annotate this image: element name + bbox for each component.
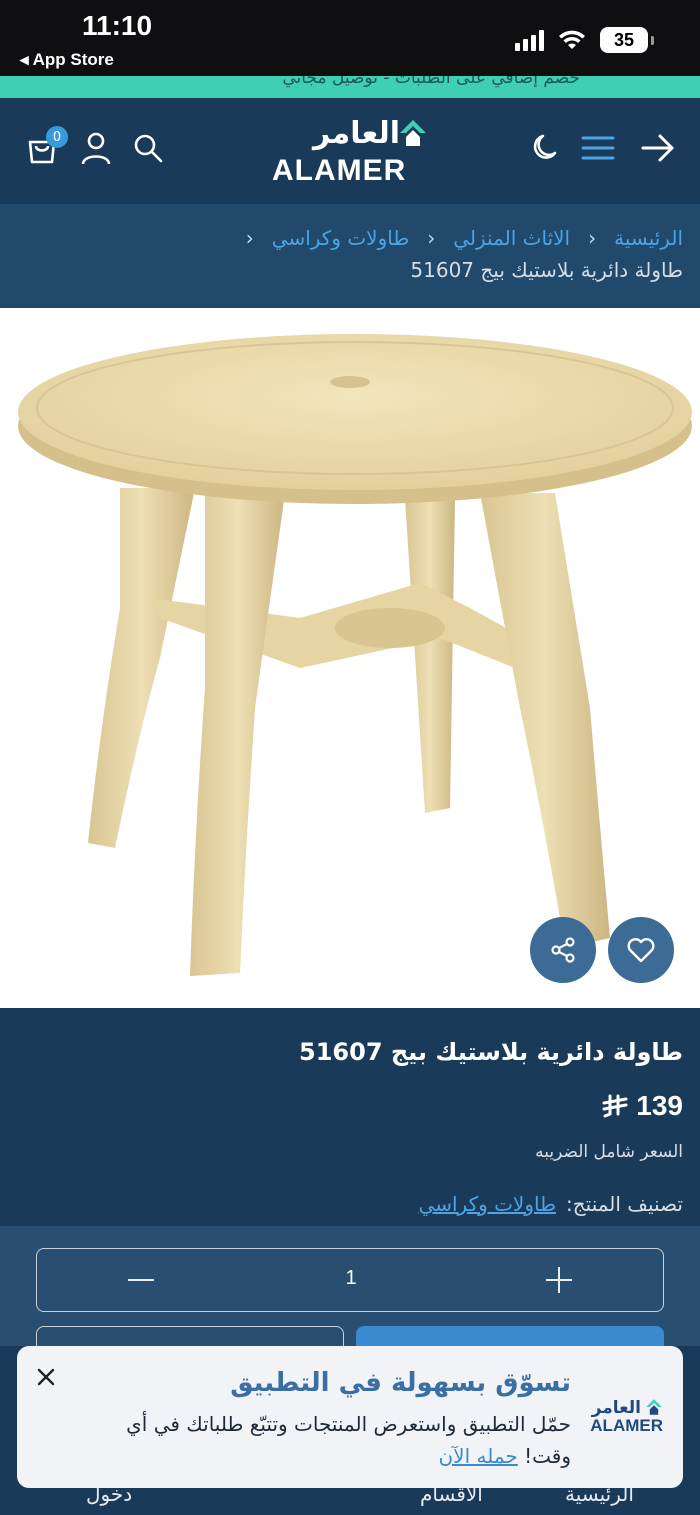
site-header: 0 العامر ALAMER xyxy=(0,98,700,204)
logo-english-text: ALAMER xyxy=(272,154,407,187)
category-link[interactable]: طاولات وكراسي xyxy=(419,1192,556,1216)
product-price: 139 xyxy=(602,1090,683,1122)
back-to-app-store[interactable]: ◂ App Store xyxy=(20,50,114,70)
user-icon xyxy=(81,132,111,165)
minus-icon xyxy=(128,1279,154,1281)
back-button[interactable] xyxy=(638,128,678,168)
menu-button[interactable] xyxy=(578,128,618,168)
breadcrumb-home[interactable]: الرئيسية xyxy=(614,226,683,250)
alamer-logo[interactable]: العامر ALAMER xyxy=(270,116,430,188)
breadcrumb-links: الرئيسية ‹ الاثاث المنزلي ‹ طاولات وكراس… xyxy=(246,226,683,250)
battery-indicator: 35 xyxy=(600,27,654,53)
dark-mode-toggle[interactable] xyxy=(526,128,566,168)
account-button[interactable] xyxy=(76,128,116,168)
heart-icon xyxy=(627,938,655,963)
logo-mark-icon xyxy=(646,1399,662,1415)
promo-strip[interactable]: خصم إضافي على الطلبات - توصيل مجاني xyxy=(0,76,700,98)
cart-count-badge: 0 xyxy=(46,126,68,148)
banner-logo: العامر ALAMER xyxy=(579,1398,665,1438)
decrease-quantity-button[interactable] xyxy=(109,1249,173,1311)
search-icon xyxy=(134,134,163,163)
wifi-icon xyxy=(559,30,585,49)
chevron-left-icon: ‹ xyxy=(588,226,597,250)
close-icon xyxy=(37,1368,55,1386)
search-button[interactable] xyxy=(128,128,168,168)
wishlist-button[interactable] xyxy=(608,917,674,983)
banner-title: تسوّق بسهولة في التطبيق xyxy=(230,1368,571,1398)
status-time: 11:10 xyxy=(82,10,153,41)
share-icon xyxy=(551,937,575,963)
product-title: طاولة دائرية بلاستيك بيج 51607 xyxy=(299,1038,683,1066)
category-label: تصنيف المنتج: xyxy=(566,1192,683,1216)
breadcrumb: الرئيسية ‹ الاثاث المنزلي ‹ طاولات وكراس… xyxy=(0,204,700,308)
app-download-banner: العامر ALAMER تسوّق بسهولة في التطبيق حم… xyxy=(17,1346,683,1488)
plus-icon xyxy=(546,1267,572,1293)
status-icons: 35 xyxy=(515,27,654,53)
increase-quantity-button[interactable] xyxy=(527,1249,591,1311)
logo-mark-icon xyxy=(400,120,426,146)
banner-description: حمّل التطبيق واستعرض المنتجات وتتبّع طلب… xyxy=(81,1408,571,1472)
chevron-left-icon: ‹ xyxy=(427,226,436,250)
tax-note: السعر شامل الضريبه xyxy=(535,1142,683,1162)
quantity-stepper: 1 xyxy=(36,1248,664,1312)
banner-description-text: حمّل التطبيق واستعرض المنتجات وتتبّع طلب… xyxy=(126,1412,571,1468)
price-value: 139 xyxy=(636,1090,683,1121)
chevron-left-icon: ‹ xyxy=(245,226,254,250)
moon-icon xyxy=(533,134,557,159)
arrow-right-icon xyxy=(641,134,674,162)
share-button[interactable] xyxy=(530,917,596,983)
signal-icon xyxy=(515,29,544,51)
breadcrumb-tables-chairs[interactable]: طاولات وكراسي xyxy=(272,226,409,250)
promo-text: خصم إضافي على الطلبات - توصيل مجاني xyxy=(282,76,580,88)
product-info: طاولة دائرية بلاستيك بيج 51607 139 السعر… xyxy=(0,1008,700,1226)
breadcrumb-furniture[interactable]: الاثاث المنزلي xyxy=(453,226,570,250)
round-plastic-table-image xyxy=(18,334,692,976)
logo-arabic-text: العامر xyxy=(313,116,400,151)
status-bar: 11:10 ◂ App Store 35 xyxy=(0,0,700,76)
riyal-currency-icon xyxy=(602,1094,628,1118)
purchase-area: 1 xyxy=(0,1226,700,1366)
hamburger-menu-icon xyxy=(581,136,615,160)
product-image[interactable] xyxy=(0,308,700,1008)
breadcrumb-current: طاولة دائرية بلاستيك بيج 51607 xyxy=(410,258,683,282)
download-app-link[interactable]: حمله الآن xyxy=(438,1444,517,1468)
close-banner-button[interactable] xyxy=(37,1364,55,1392)
quantity-value[interactable]: 1 xyxy=(331,1267,371,1290)
banner-logo-arabic: العامر xyxy=(591,1398,641,1418)
banner-logo-english: ALAMER xyxy=(590,1416,663,1435)
product-category: تصنيف المنتج: طاولات وكراسي xyxy=(419,1192,683,1216)
